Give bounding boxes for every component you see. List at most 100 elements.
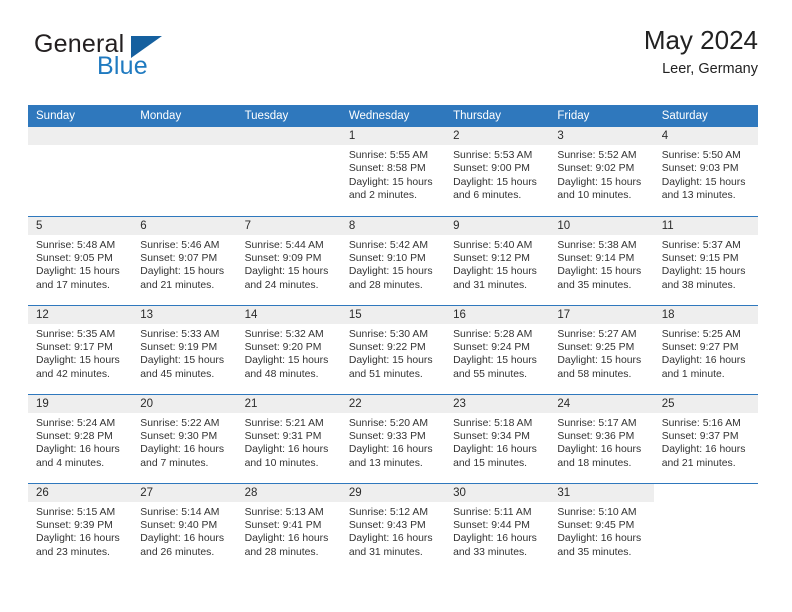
calendar-day-cell[interactable]: 23 Sunrise: 5:18 AM Sunset: 9:34 PM Dayligh… <box>445 393 550 483</box>
day-cell-inner: 22 Sunrise: 5:20 AM Sunset: 9:33 PM Dayligh… <box>340 394 446 483</box>
calendar-day-cell[interactable]: 10 Sunrise: 5:38 AM Sunset: 9:14 PM Dayligh… <box>549 215 654 305</box>
sunrise-text: Sunrise: 5:18 AM <box>453 417 533 429</box>
sunset-text: Sunset: 9:17 PM <box>36 341 113 353</box>
daylight-text: Daylight: 16 hours and 26 minutes. <box>140 533 225 558</box>
sunset-text: Sunset: 9:19 PM <box>140 341 218 353</box>
sunrise-text: Sunrise: 5:10 AM <box>557 506 637 518</box>
sunrise-text: Sunrise: 5:12 AM <box>348 506 428 518</box>
brand-logo[interactable]: General Blue <box>34 32 294 94</box>
day-number: 11 <box>653 216 758 235</box>
day-sun-info: Sunrise: 5:33 AM Sunset: 9:19 PM Daylight:… <box>132 324 236 382</box>
calendar-day-cell[interactable]: 17 Sunrise: 5:27 AM Sunset: 9:25 PM Dayligh… <box>549 304 654 394</box>
calendar-week-row: 19 Sunrise: 5:24 AM Sunset: 9:28 PM Dayligh… <box>28 393 758 483</box>
calendar-day-cell[interactable]: 22 Sunrise: 5:20 AM Sunset: 9:33 PM Dayligh… <box>340 393 446 483</box>
sunrise-text: Sunrise: 5:13 AM <box>244 506 324 518</box>
day-sun-info: Sunrise: 5:38 AM Sunset: 9:14 PM Daylight:… <box>549 235 653 293</box>
calendar-day-cell[interactable]: 8 Sunrise: 5:42 AM Sunset: 9:10 PM Daylight… <box>340 215 446 305</box>
day-cell-inner: 2 Sunrise: 5:53 AM Sunset: 9:00 PM Daylight… <box>445 127 550 216</box>
calendar-day-cell[interactable]: 14 Sunrise: 5:32 AM Sunset: 9:20 PM Dayligh… <box>236 304 341 394</box>
day-sun-info: Sunrise: 5:21 AM Sunset: 9:31 PM Daylight:… <box>237 413 341 471</box>
calendar-day-cell[interactable]: 19 Sunrise: 5:24 AM Sunset: 9:28 PM Dayligh… <box>28 393 133 483</box>
calendar-day-cell[interactable]: 30 Sunrise: 5:11 AM Sunset: 9:44 PM Dayligh… <box>445 482 550 572</box>
day-cell-inner: 6 Sunrise: 5:46 AM Sunset: 9:07 PM Daylight… <box>132 216 237 305</box>
sunrise-text: Sunrise: 5:25 AM <box>661 328 741 340</box>
calendar-day-cell[interactable]: 6 Sunrise: 5:46 AM Sunset: 9:07 PM Daylight… <box>132 215 237 305</box>
day-number: 17 <box>549 305 654 324</box>
day-number: 19 <box>28 394 133 413</box>
daylight-text: Daylight: 15 hours and 31 minutes. <box>453 266 537 291</box>
day-cell-inner: 16 Sunrise: 5:28 AM Sunset: 9:24 PM Dayligh… <box>445 305 550 394</box>
day-cell-inner <box>132 127 237 216</box>
day-number: 10 <box>549 216 654 235</box>
day-cell-inner: 17 Sunrise: 5:27 AM Sunset: 9:25 PM Dayligh… <box>549 305 654 394</box>
sunset-text: Sunset: 9:10 PM <box>348 252 426 264</box>
sunset-text: Sunset: 9:27 PM <box>661 341 739 353</box>
sunrise-text: Sunrise: 5:50 AM <box>661 150 741 161</box>
sunrise-text: Sunrise: 5:11 AM <box>453 506 532 518</box>
day-sun-info: Sunrise: 5:40 AM Sunset: 9:12 PM Daylight:… <box>445 235 549 293</box>
day-number: 6 <box>132 216 237 235</box>
calendar-day-cell[interactable]: 18 Sunrise: 5:25 AM Sunset: 9:27 PM Dayligh… <box>653 304 758 394</box>
calendar-day-cell[interactable]: 27 Sunrise: 5:14 AM Sunset: 9:40 PM Dayligh… <box>132 482 237 572</box>
day-cell-inner: 7 Sunrise: 5:44 AM Sunset: 9:09 PM Daylight… <box>236 216 341 305</box>
calendar-day-cell[interactable]: 9 Sunrise: 5:40 AM Sunset: 9:12 PM Daylight… <box>445 215 550 305</box>
calendar-day-cell[interactable]: 5 Sunrise: 5:48 AM Sunset: 9:05 PM Daylight… <box>28 215 133 305</box>
calendar-day-cell[interactable]: 28 Sunrise: 5:13 AM Sunset: 9:41 PM Dayligh… <box>236 482 341 572</box>
calendar-day-cell[interactable]: 16 Sunrise: 5:28 AM Sunset: 9:24 PM Dayligh… <box>445 304 550 394</box>
calendar-header-row: Sunday Monday Tuesday Wednesday Thursday… <box>28 105 758 127</box>
day-sun-info: Sunrise: 5:11 AM Sunset: 9:44 PM Daylight:… <box>445 502 549 560</box>
daylight-text: Daylight: 15 hours and 55 minutes. <box>453 355 537 380</box>
sunset-text: Sunset: 9:28 PM <box>36 430 113 442</box>
page-subtitle: Leer, Germany <box>662 61 758 78</box>
calendar-day-cell[interactable]: 1 Sunrise: 5:55 AM Sunset: 8:58 PM Daylight… <box>340 127 446 216</box>
calendar-day-cell[interactable]: 11 Sunrise: 5:37 AM Sunset: 9:15 PM Dayligh… <box>653 215 758 305</box>
calendar-day-cell[interactable]: 4 Sunrise: 5:50 AM Sunset: 9:03 PM Daylight… <box>653 127 758 216</box>
sunset-text: Sunset: 9:07 PM <box>140 252 218 264</box>
day-sun-info: Sunrise: 5:16 AM Sunset: 9:37 PM Daylight:… <box>654 413 758 471</box>
daylight-text: Daylight: 16 hours and 1 minute. <box>661 355 746 380</box>
daylight-text: Daylight: 16 hours and 18 minutes. <box>557 444 642 469</box>
day-sun-info: Sunrise: 5:35 AM Sunset: 9:17 PM Daylight:… <box>28 324 132 382</box>
day-number: 3 <box>549 127 654 145</box>
calendar-day-cell[interactable]: 13 Sunrise: 5:33 AM Sunset: 9:19 PM Dayligh… <box>132 304 237 394</box>
day-sun-info: Sunrise: 5:44 AM Sunset: 9:09 PM Daylight:… <box>237 235 341 293</box>
day-sun-info: Sunrise: 5:12 AM Sunset: 9:43 PM Daylight:… <box>341 502 445 560</box>
calendar-day-cell[interactable]: 7 Sunrise: 5:44 AM Sunset: 9:09 PM Daylight… <box>236 215 341 305</box>
day-number: 1 <box>340 127 446 145</box>
calendar-day-cell[interactable]: 26 Sunrise: 5:15 AM Sunset: 9:39 PM Dayligh… <box>28 482 133 572</box>
day-cell-inner <box>654 484 758 573</box>
sunrise-text: Sunrise: 5:24 AM <box>36 417 116 429</box>
calendar-day-cell[interactable]: 29 Sunrise: 5:12 AM Sunset: 9:43 PM Dayligh… <box>340 482 446 572</box>
calendar-day-cell[interactable]: 31 Sunrise: 5:10 AM Sunset: 9:45 PM Dayligh… <box>549 482 654 572</box>
sunrise-text: Sunrise: 5:55 AM <box>348 150 428 161</box>
sunset-text: Sunset: 9:15 PM <box>661 252 739 264</box>
calendar-day-cell[interactable]: 2 Sunrise: 5:53 AM Sunset: 9:00 PM Daylight… <box>445 127 550 216</box>
calendar-day-cell[interactable]: 12 Sunrise: 5:35 AM Sunset: 9:17 PM Dayligh… <box>28 304 133 394</box>
sunrise-text: Sunrise: 5:27 AM <box>557 328 637 340</box>
calendar-day-cell[interactable]: 21 Sunrise: 5:21 AM Sunset: 9:31 PM Dayligh… <box>236 393 341 483</box>
calendar-day-cell[interactable]: 15 Sunrise: 5:30 AM Sunset: 9:22 PM Dayligh… <box>340 304 446 394</box>
day-number: 28 <box>236 483 341 502</box>
daylight-text: Daylight: 15 hours and 48 minutes. <box>244 355 329 380</box>
sunrise-text: Sunrise: 5:53 AM <box>453 150 533 161</box>
daylight-text: Daylight: 16 hours and 10 minutes. <box>244 444 329 469</box>
day-number: 18 <box>653 305 758 324</box>
day-cell-inner: 11 Sunrise: 5:37 AM Sunset: 9:15 PM Dayligh… <box>653 216 758 305</box>
calendar-day-cell[interactable]: 25 Sunrise: 5:16 AM Sunset: 9:37 PM Dayligh… <box>653 393 758 483</box>
day-number: 23 <box>445 394 550 413</box>
sunset-text: Sunset: 9:00 PM <box>453 163 530 175</box>
sunrise-text: Sunrise: 5:32 AM <box>244 328 324 340</box>
daylight-text: Daylight: 16 hours and 21 minutes. <box>661 444 746 469</box>
daylight-text: Daylight: 15 hours and 28 minutes. <box>348 266 433 291</box>
sunset-text: Sunset: 8:58 PM <box>348 163 426 175</box>
day-cell-inner: 14 Sunrise: 5:32 AM Sunset: 9:20 PM Dayligh… <box>236 305 341 394</box>
day-number: 16 <box>445 305 550 324</box>
sunset-text: Sunset: 9:37 PM <box>661 430 739 442</box>
day-cell-inner <box>28 127 133 216</box>
calendar-day-cell[interactable]: 24 Sunrise: 5:17 AM Sunset: 9:36 PM Dayligh… <box>549 393 654 483</box>
calendar-day-cell[interactable]: 3 Sunrise: 5:52 AM Sunset: 9:02 PM Daylight… <box>549 127 654 216</box>
calendar-day-cell[interactable]: 20 Sunrise: 5:22 AM Sunset: 9:30 PM Dayligh… <box>132 393 237 483</box>
weekday-header-sunday: Sunday <box>28 105 133 127</box>
daylight-text: Daylight: 15 hours and 51 minutes. <box>348 355 433 380</box>
sunset-text: Sunset: 9:05 PM <box>36 252 113 264</box>
